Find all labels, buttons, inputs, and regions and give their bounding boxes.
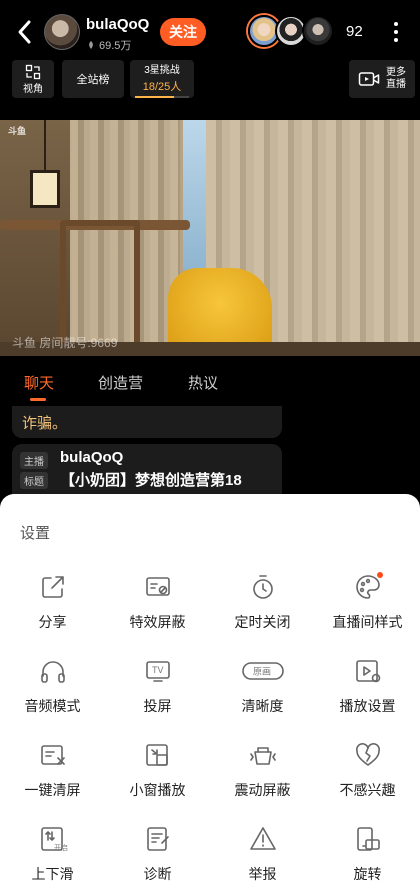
mini-window-icon [143, 740, 173, 770]
settings-item-mini-window[interactable]: 小窗播放 [105, 736, 210, 820]
settings-item-label: 诊断 [143, 866, 172, 882]
timer-icon [248, 572, 278, 602]
room-tabs: 聊天 创造营 热议 [0, 356, 420, 406]
settings-item-label: 音频模式 [24, 698, 81, 714]
rank-button[interactable]: 全站榜 [62, 60, 124, 98]
rotate-icon [353, 824, 383, 854]
settings-title: 设置 [20, 525, 51, 542]
svg-text:开启: 开启 [54, 843, 68, 852]
svg-text:TV: TV [152, 665, 164, 675]
settings-item-label: 清晰度 [241, 698, 284, 714]
view-angle-icon [25, 64, 41, 79]
settings-item-clear-screen[interactable]: 一键清屏 [0, 736, 105, 820]
viewer-count[interactable]: 92 [346, 23, 363, 40]
tv-cast-icon: TV [143, 656, 173, 686]
palette-icon [353, 572, 383, 602]
settings-item-label: 直播间样式 [332, 614, 403, 630]
more-live-line1: 更多 [386, 67, 406, 78]
new-badge [376, 572, 383, 578]
viewer-avatar[interactable] [302, 15, 334, 47]
settings-item-label: 分享 [38, 614, 67, 630]
clear-screen-icon [38, 740, 68, 770]
challenge-progress: 18/25人 [142, 80, 182, 93]
settings-item-not-interested[interactable]: 不感兴趣 [315, 736, 420, 820]
tab-creation-camp[interactable]: 创造营 [98, 372, 143, 393]
settings-item-label: 一键清屏 [24, 782, 81, 798]
top-bar: bulaQoQ 69.5万 关注 92 [0, 0, 420, 60]
card-room-title: 【小奶团】梦想创造营第18 [60, 472, 242, 489]
settings-item-effects-block[interactable]: 特效屏蔽 [105, 568, 210, 652]
report-icon [248, 824, 278, 854]
effects-block-icon [143, 572, 173, 602]
settings-item-label: 小窗播放 [129, 782, 186, 798]
settings-item-share[interactable]: 分享 [0, 568, 105, 652]
challenge-title: 3星挑战 [144, 64, 180, 76]
more-options-icon[interactable] [392, 20, 400, 44]
quality-icon: 原画 [241, 656, 285, 686]
broken-heart-icon [353, 740, 383, 770]
host-name[interactable]: bulaQoQ [86, 16, 149, 33]
view-angle-label: 视角 [23, 83, 43, 95]
settings-item-label: 旋转 [353, 866, 382, 882]
title-tag: 标题 [20, 472, 48, 489]
settings-item-room-style[interactable]: 直播间样式 [315, 568, 420, 652]
card-host-name: bulaQoQ [60, 449, 124, 466]
host-fans: 69.5万 [86, 37, 131, 53]
view-angle-button[interactable]: 视角 [12, 60, 54, 98]
challenge-button[interactable]: 3星挑战 18/25人 [130, 60, 194, 98]
back-arrow-icon[interactable] [14, 18, 36, 46]
share-icon [38, 572, 68, 602]
more-live-line2: 直播 [386, 79, 406, 90]
viewer-avatars[interactable] [248, 15, 338, 49]
settings-item-diagnose[interactable]: 诊断 [105, 820, 210, 892]
svg-text:原画: 原画 [253, 667, 271, 677]
settings-item-report[interactable]: 举报 [210, 820, 315, 892]
settings-item-quality[interactable]: 原画 清晰度 [210, 652, 315, 736]
settings-item-label: 震动屏蔽 [234, 782, 291, 798]
fans-count: 69.5万 [99, 40, 132, 52]
swipe-icon: 开启 [38, 824, 68, 854]
settings-item-audio-mode[interactable]: 音频模式 [0, 652, 105, 736]
settings-item-rotate[interactable]: 旋转 [315, 820, 420, 892]
settings-item-label: 播放设置 [339, 698, 396, 714]
toolbar: 视角 全站榜 3星挑战 18/25人 更多 直播 [0, 60, 420, 100]
host-avatar[interactable] [44, 14, 80, 50]
host-tag: 主播 [20, 452, 48, 469]
tab-hot-discussion[interactable]: 热议 [188, 372, 218, 393]
more-live-button[interactable]: 更多 直播 [349, 60, 415, 98]
settings-item-label: 上下滑 [31, 866, 74, 882]
fans-icon [89, 41, 93, 49]
diagnose-icon [143, 824, 173, 854]
settings-item-label: 不感兴趣 [339, 782, 396, 798]
settings-item-label: 举报 [248, 866, 277, 882]
settings-item-label: 定时关闭 [234, 614, 291, 630]
headphones-icon [38, 656, 68, 686]
active-tab-indicator [30, 398, 46, 401]
vibration-block-icon [248, 740, 278, 770]
play-settings-icon [353, 656, 383, 686]
settings-sheet: 设置 分享 特效屏蔽 定时关闭 直播间样式 音频模式 TV 投屏 原画 清晰度 … [0, 494, 420, 892]
video-camera-icon [358, 72, 380, 86]
settings-item-cast[interactable]: TV 投屏 [105, 652, 210, 736]
settings-item-vibration-block[interactable]: 震动屏蔽 [210, 736, 315, 820]
settings-item-swipe[interactable]: 开启 上下滑 [0, 820, 105, 892]
settings-item-timer-off[interactable]: 定时关闭 [210, 568, 315, 652]
settings-item-label: 投屏 [143, 698, 172, 714]
tab-chat[interactable]: 聊天 [24, 372, 54, 393]
challenge-progress-bar [135, 95, 189, 98]
video-logo: 斗鱼 [8, 126, 27, 136]
chat-message: 诈骗。 [12, 406, 282, 438]
follow-button[interactable]: 关注 [160, 18, 206, 46]
settings-item-label: 特效屏蔽 [129, 614, 186, 630]
live-video[interactable]: 斗鱼 斗鱼 房间靓号:9669 [0, 120, 420, 356]
settings-item-play-settings[interactable]: 播放设置 [315, 652, 420, 736]
lantern-image [30, 170, 60, 208]
room-watermark: 斗鱼 房间靓号:9669 [12, 336, 118, 350]
